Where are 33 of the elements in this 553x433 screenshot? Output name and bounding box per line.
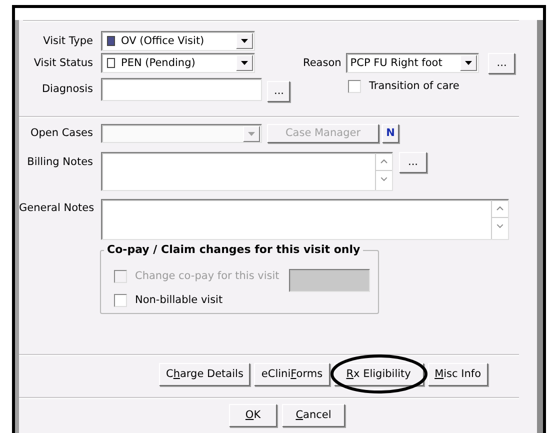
tab-button[interactable]: Charge Details (158, 363, 250, 386)
field-label: Reason (303, 56, 342, 70)
dropdown[interactable]: PCP FU Right foot (346, 53, 480, 73)
tab-button[interactable]: Rx Eligibility (334, 363, 424, 386)
more-button[interactable]: ... (267, 81, 290, 102)
dialog-button[interactable]: Cancel (282, 404, 345, 427)
field-label: Diagnosis (40, 82, 93, 96)
diagnosis-field[interactable] (101, 78, 262, 101)
field-label: General Notes (19, 201, 93, 215)
field-label: Open Cases (29, 126, 93, 140)
checkbox-label: Change co-pay for this visit (135, 270, 280, 283)
dropdown-arrow-icon (248, 132, 255, 136)
group-title: Co-pay / Claim changes for this visit only (104, 243, 364, 256)
checkbox[interactable] (114, 294, 127, 307)
field-label: Visit Type (42, 34, 93, 48)
field-label: Billing Notes (26, 155, 93, 169)
checkbox-label: Transition of care (369, 80, 460, 93)
dropdown[interactable]: PEN (Pending) (101, 53, 255, 73)
checkbox-label: Non-billable visit (135, 294, 223, 307)
tab-button[interactable]: eCliniForms (254, 363, 330, 386)
billing-notes-field[interactable] (101, 152, 393, 191)
dropdown-arrow-icon (241, 39, 248, 43)
more-button[interactable]: ... (488, 53, 516, 74)
dropdown[interactable]: OV (Office Visit) (101, 31, 255, 51)
dropdown-arrow-icon (465, 61, 472, 65)
checkbox[interactable] (348, 80, 361, 93)
general-notes-field[interactable] (101, 199, 509, 240)
tab-button[interactable]: Misc Info (428, 363, 488, 386)
more-button[interactable]: ... (399, 152, 427, 173)
dialog-button[interactable]: OK (229, 404, 277, 427)
new-button[interactable]: N (382, 124, 399, 143)
dropdown-arrow-icon (241, 61, 248, 65)
field-label: Visit Status (32, 56, 93, 70)
